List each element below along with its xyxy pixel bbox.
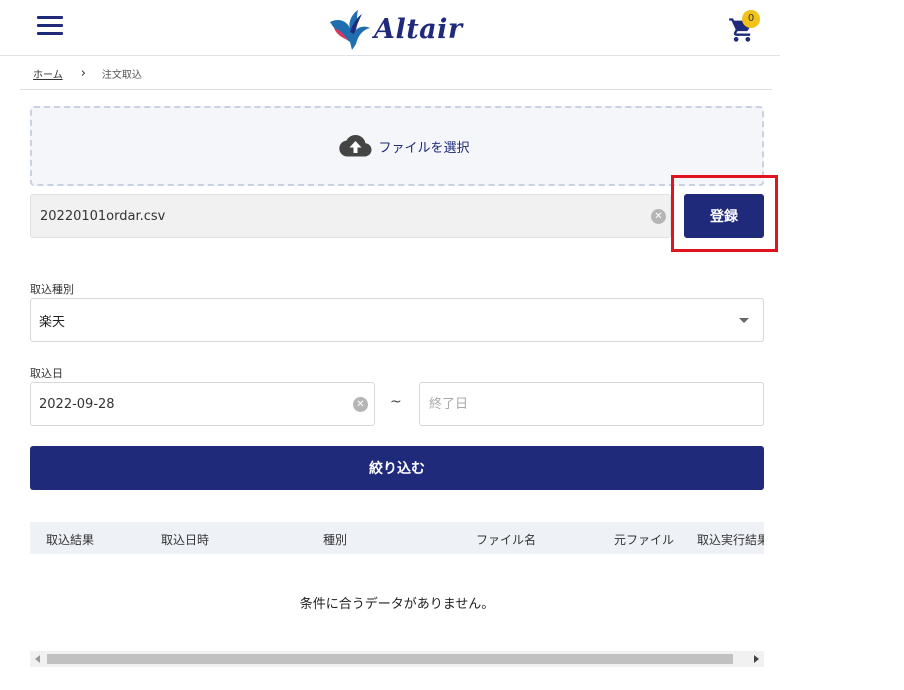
- column-header-type[interactable]: 種別: [323, 531, 347, 548]
- chevron-right-icon: ›: [80, 66, 86, 81]
- import-type-select[interactable]: 楽天: [30, 298, 764, 342]
- logo[interactable]: Altair: [326, 4, 471, 54]
- scrollbar-thumb[interactable]: [47, 654, 733, 664]
- cart-count-badge: 0: [742, 10, 760, 28]
- filter-button[interactable]: 絞り込む: [30, 446, 764, 490]
- header: Altair 0: [0, 0, 780, 56]
- start-date-field[interactable]: 2022-09-28 ✕: [30, 382, 375, 426]
- clear-file-icon[interactable]: ✕: [651, 209, 666, 224]
- bird-logo-icon: [330, 10, 370, 50]
- import-type-value: 楽天: [39, 314, 66, 330]
- cart-button[interactable]: 0: [726, 8, 766, 48]
- register-button[interactable]: 登録: [684, 194, 764, 238]
- clear-date-icon[interactable]: ✕: [353, 397, 368, 412]
- column-header-source-file[interactable]: 元ファイル: [614, 531, 674, 548]
- breadcrumb-current: 注文取込: [101, 70, 142, 81]
- import-date-label: 取込日: [30, 367, 63, 380]
- empty-table-message: 条件に合うデータがありません。: [299, 597, 495, 612]
- hamburger-menu-icon[interactable]: [37, 16, 63, 36]
- date-range-separator: ~: [390, 394, 402, 410]
- breadcrumb-home-link[interactable]: ホーム: [33, 66, 63, 81]
- cloud-upload-icon: [339, 135, 372, 157]
- import-type-label: 取込種別: [30, 283, 74, 296]
- end-date-field[interactable]: [419, 382, 764, 426]
- column-header-filename[interactable]: ファイル名: [476, 531, 536, 548]
- selected-file-name: 20220101ordar.csv: [40, 208, 166, 224]
- file-dropzone[interactable]: ファイルを選択: [30, 106, 764, 186]
- scroll-left-icon[interactable]: [35, 655, 40, 663]
- scroll-right-icon[interactable]: [754, 655, 759, 663]
- results-table-header: 取込結果 取込日時 種別 ファイル名 元ファイル 取込実行結果: [30, 522, 764, 554]
- logo-text: Altair: [374, 13, 463, 45]
- order-import-page: Altair 0 ホーム › 注文取込 ファイルを選択 20220101orda…: [0, 0, 780, 690]
- start-date-value: 2022-09-28: [39, 396, 115, 412]
- horizontal-scrollbar[interactable]: [30, 651, 764, 667]
- selected-file-field[interactable]: 20220101ordar.csv ✕: [30, 194, 671, 238]
- column-header-execution-result[interactable]: 取込実行結果: [697, 531, 764, 548]
- column-header-result[interactable]: 取込結果: [46, 531, 94, 548]
- breadcrumb: ホーム › 注文取込: [20, 58, 772, 90]
- caret-down-icon: [739, 318, 749, 323]
- select-file-label: ファイルを選択: [378, 140, 470, 156]
- column-header-datetime[interactable]: 取込日時: [161, 531, 209, 548]
